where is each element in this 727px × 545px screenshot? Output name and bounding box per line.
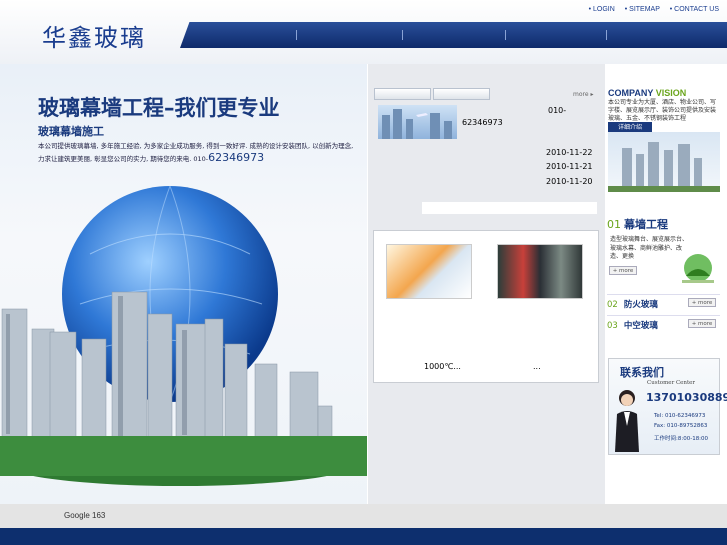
site-logo[interactable]: 华鑫玻璃 <box>42 18 146 53</box>
service-03-more-button[interactable]: + more <box>688 319 716 328</box>
contact-subtitle: Customer Center <box>647 380 696 386</box>
contact-us-link[interactable]: CONTACT US <box>670 6 719 13</box>
globe-plant-icon <box>678 246 718 288</box>
main-nav-bar[interactable] <box>180 22 727 48</box>
product-image-2[interactable] <box>497 244 583 299</box>
login-link[interactable]: LOGIN <box>589 6 615 13</box>
service-01-title[interactable]: 01 幕墙工程 <box>607 216 668 232</box>
contact-tel: Tel: 010-62346973 <box>654 413 706 419</box>
news-tab-2[interactable] <box>433 88 490 100</box>
news-thumbnail[interactable] <box>378 105 457 139</box>
contact-hours: 工作时间:8:00-18:00 <box>654 436 709 442</box>
buildings-icon <box>608 142 720 192</box>
top-links: LOGIN SITEMAP CONTACT US <box>581 6 719 13</box>
company-vision-image <box>608 132 720 192</box>
product-image-1[interactable] <box>386 244 472 299</box>
news-date: 2010-11-21 <box>546 162 593 171</box>
nav-divider <box>402 30 403 40</box>
company-vision-text: 本公司专业为大厦、酒店、物业公司、写字楼、展览展示厅、装饰公司提供及安装玻璃、五… <box>608 99 717 122</box>
nav-divider <box>296 30 297 40</box>
contact-title: 联系我们 <box>620 366 664 379</box>
skyline-thumb-icon <box>382 109 452 139</box>
news-phone: 62346973 <box>462 118 503 127</box>
hero-description: 本公司提供玻璃幕墙, 多年施工经验, 为多家企业成功服务, 得到一致好评. 成熟… <box>38 142 354 164</box>
hero-phone: 62346973 <box>208 151 265 164</box>
news-more-link[interactable]: more ▸ <box>573 91 593 98</box>
news-date: 2010-11-20 <box>546 177 593 186</box>
contact-phone: 13701030889 <box>646 391 727 404</box>
news-date: 2010-11-22 <box>546 148 593 157</box>
footer-bar <box>0 528 727 545</box>
nav-divider <box>606 30 607 40</box>
product-caption-1[interactable]: 1000℃... <box>424 362 461 371</box>
hero-subtitle: 玻璃幕墙施工 <box>38 125 104 138</box>
news-tab-1[interactable] <box>374 88 431 100</box>
company-vision-title: COMPANY VISION <box>608 88 687 98</box>
service-01-more-button[interactable]: + more <box>609 266 637 275</box>
hero-title: 玻璃幕墙工程–我们更专业 <box>38 96 280 120</box>
product-caption-2[interactable]: ... <box>533 362 541 371</box>
footer-links-bar <box>0 504 727 528</box>
contact-fax: Fax: 010-89752863 <box>654 423 708 429</box>
news-footer-bar <box>422 202 597 214</box>
agent-avatar <box>612 386 642 452</box>
service-02-more-button[interactable]: + more <box>688 298 716 307</box>
news-phone-prefix: 010- <box>548 106 567 115</box>
nav-divider <box>505 30 506 40</box>
sitemap-link[interactable]: SITEMAP <box>625 6 660 13</box>
footer-links[interactable]: Google 163 <box>64 511 105 520</box>
